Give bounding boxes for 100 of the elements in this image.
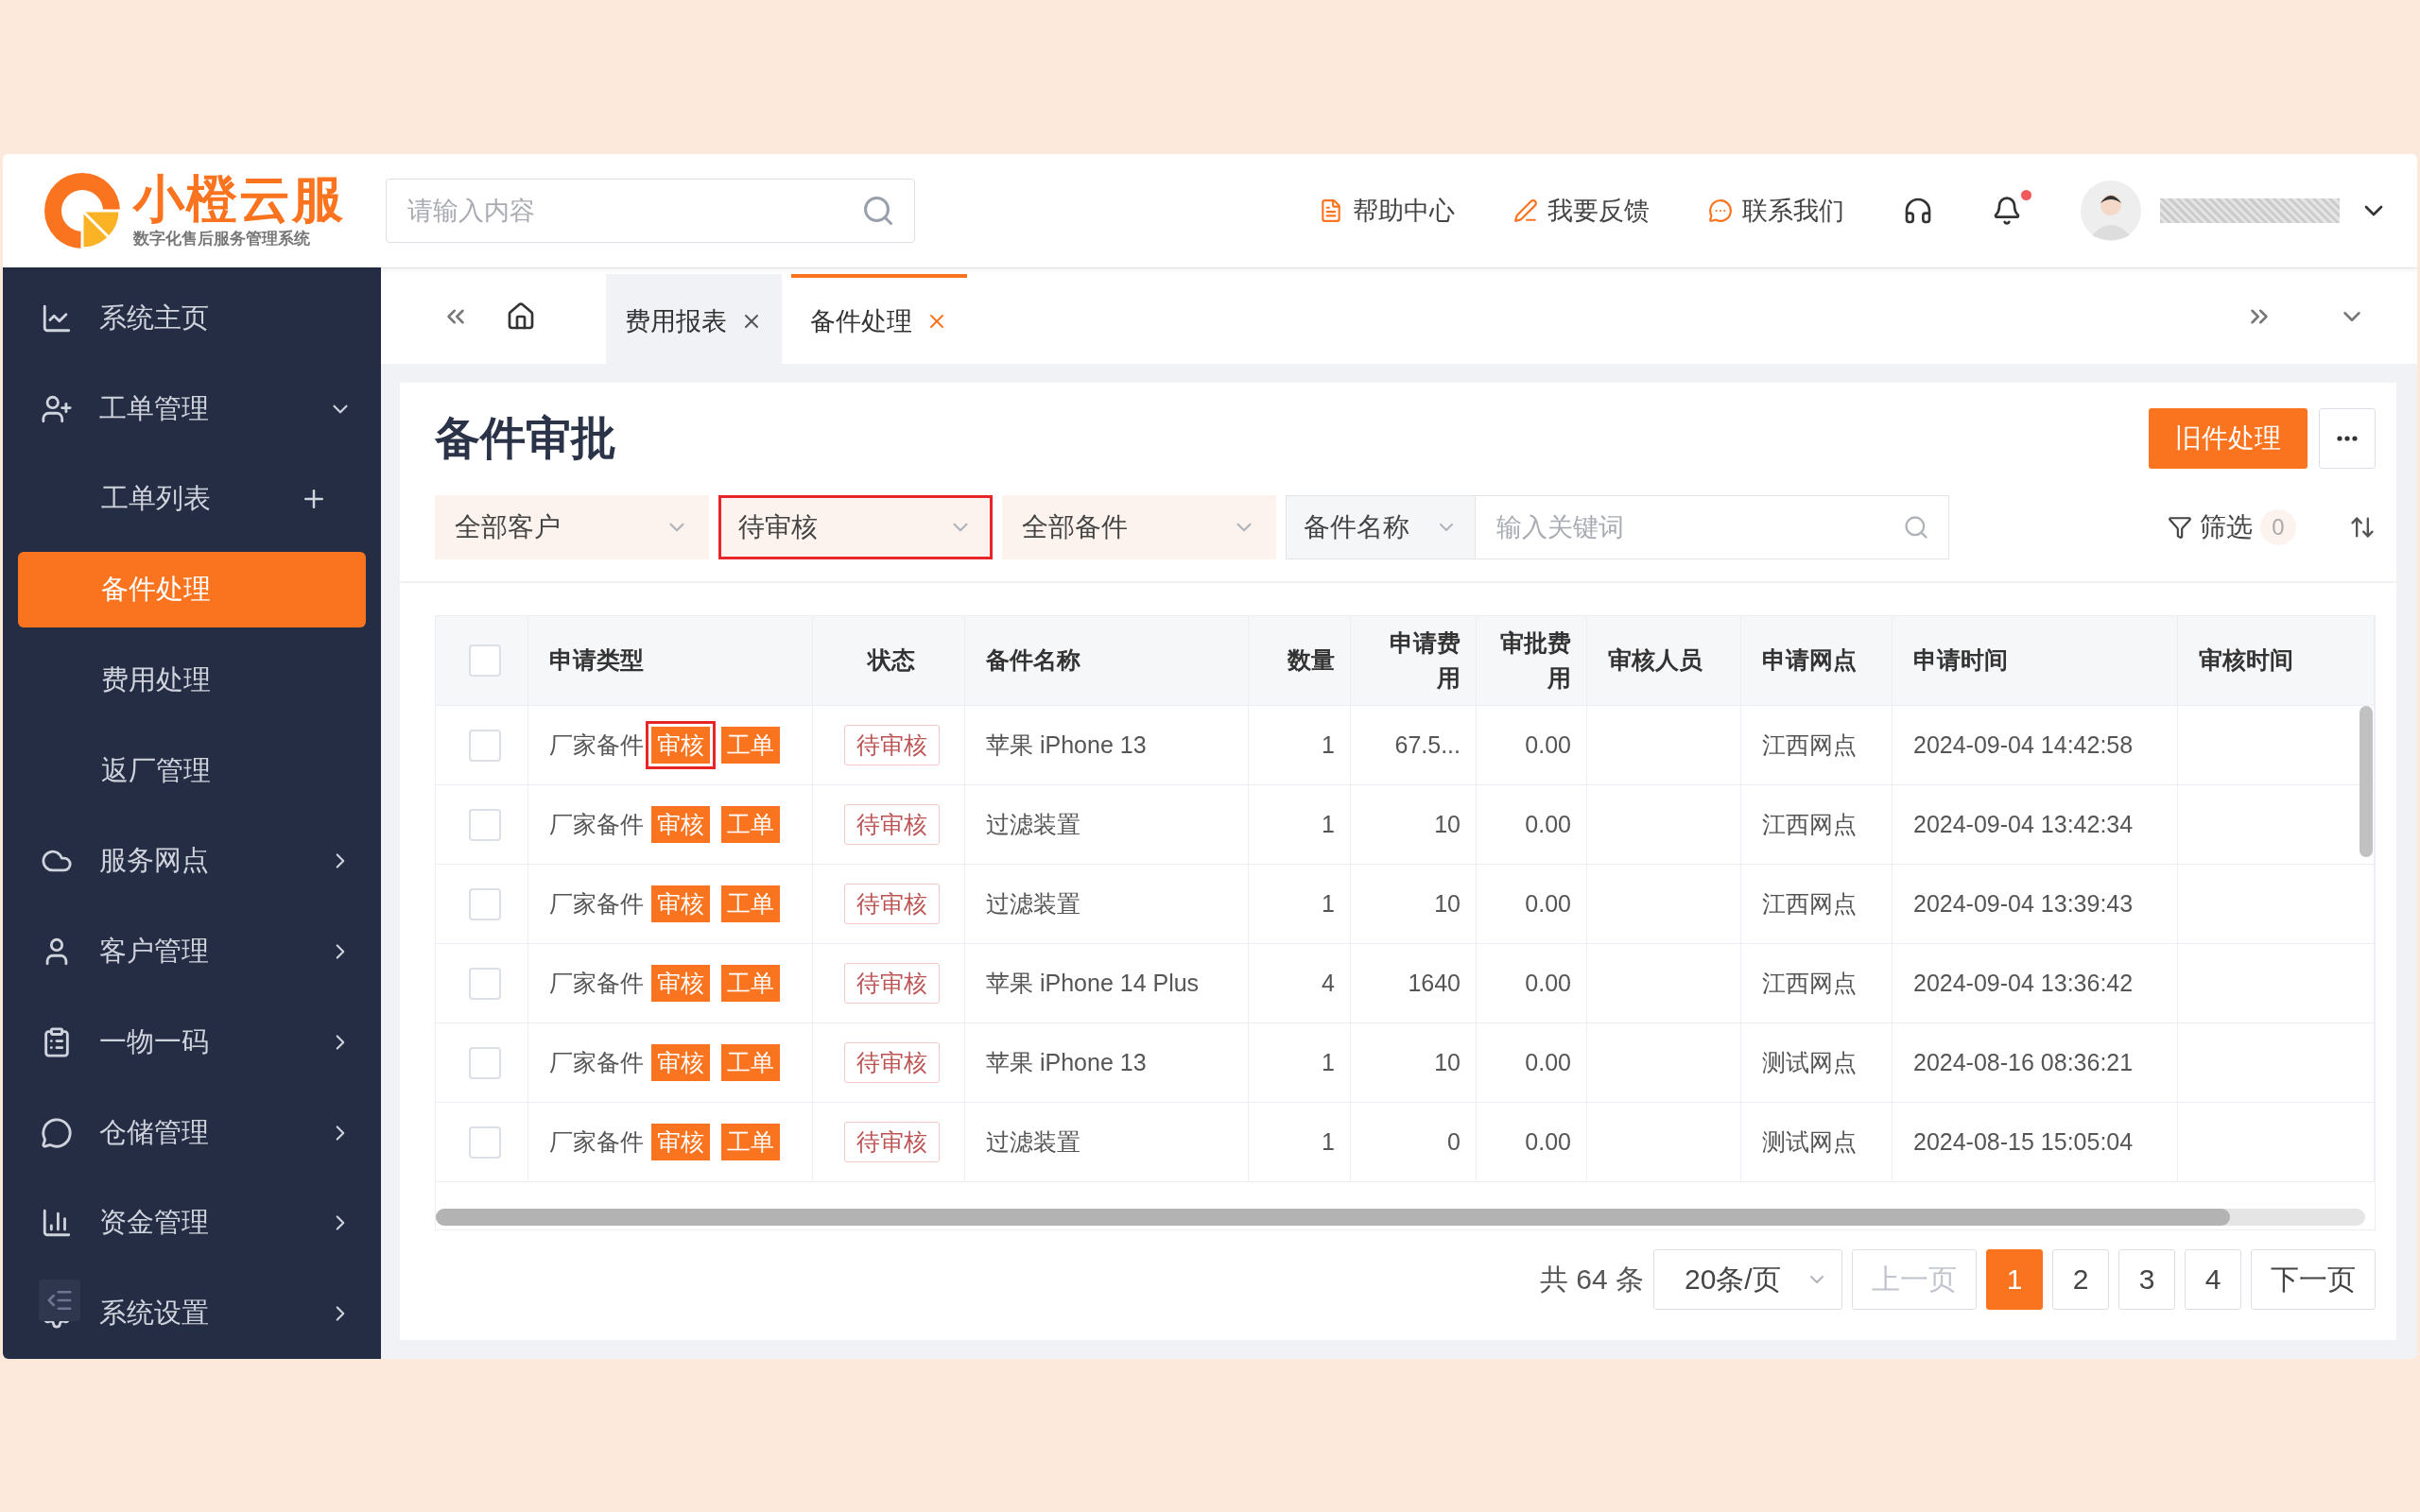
filter-icon <box>2168 515 2192 540</box>
table-cell-text: 过滤装置 <box>986 1127 1080 1157</box>
table-cell-text: 苹果 iPhone 13 <box>986 1048 1147 1077</box>
table-cell-text: 江西网点 <box>1762 730 1857 760</box>
table-cell: 10 <box>1434 811 1461 838</box>
checkbox[interactable] <box>468 644 501 677</box>
table-cell-text: 厂家备件 <box>549 730 644 760</box>
search-icon[interactable] <box>1903 514 1929 541</box>
keyword-input[interactable]: 输入关键词 <box>1495 511 1903 543</box>
table-cell: 2024-08-15 15:05:04 <box>1913 1128 2134 1156</box>
checkbox[interactable] <box>468 967 501 1000</box>
sidebar-item[interactable]: 服务网点 <box>3 816 381 907</box>
checkbox[interactable] <box>468 887 501 920</box>
table-cell: 2024-09-04 13:42:34 <box>1913 811 2134 838</box>
table-cell: 1 <box>1322 811 1335 838</box>
logo-subtitle: 数字化售后服务管理系统 <box>133 228 311 249</box>
filter-dropdown[interactable]: 待审核 <box>718 495 993 559</box>
total-count: 共 64 条 <box>1539 1262 1644 1297</box>
table-cell: 0.00 <box>1525 1049 1571 1076</box>
sidebar-subitem[interactable]: 工单列表 <box>18 461 366 538</box>
filter-dropdown[interactable]: 全部客户 <box>435 495 709 559</box>
page-title: 备件审批 <box>435 412 616 465</box>
chat-icon <box>1708 198 1733 223</box>
logo-title: 小橙云服 <box>133 172 345 224</box>
status-tag: 待审核 <box>843 963 940 1004</box>
page-button[interactable]: 2 <box>2052 1249 2109 1310</box>
column-header: 审核时间 <box>2178 616 2375 705</box>
search-input[interactable]: 请输入内容 <box>406 195 861 227</box>
page-button[interactable]: 3 <box>2118 1249 2175 1310</box>
search-field[interactable]: 备件名称 输入关键词 <box>1286 495 1949 559</box>
table-cell: 0.00 <box>1525 890 1571 918</box>
table-cell: 0.00 <box>1525 1128 1571 1156</box>
document-icon <box>1319 198 1343 223</box>
column-header: 备件名称 <box>965 616 1249 705</box>
table-cell-text: 江西网点 <box>1762 969 1857 998</box>
filter-dropdown[interactable]: 全部备件 <box>1002 495 1276 559</box>
search-field-select[interactable]: 备件名称 <box>1287 496 1476 558</box>
table-cell: 0.00 <box>1525 731 1571 759</box>
table-cell-text: 厂家备件 <box>549 969 644 998</box>
sidebar-item[interactable]: 一物一码 <box>3 997 381 1088</box>
sidebar-item[interactable]: 仓储管理 <box>3 1087 381 1178</box>
table-cell-text: 苹果 iPhone 14 Plus <box>986 969 1200 998</box>
search-icon[interactable] <box>861 194 895 228</box>
header-link[interactable]: 我要反馈 <box>1513 194 1650 228</box>
checkbox[interactable] <box>468 808 501 841</box>
headset-icon[interactable] <box>1903 196 1933 226</box>
checkbox[interactable] <box>468 1046 501 1079</box>
column-header: 数量 <box>1249 616 1351 705</box>
filter-button[interactable]: 筛选 0 <box>2162 508 2302 546</box>
checkbox[interactable] <box>468 1125 501 1159</box>
column-header: 审批费用 <box>1477 616 1587 705</box>
table-cell-text: 过滤装置 <box>986 889 1080 919</box>
table-cell: 0.00 <box>1525 970 1571 997</box>
column-header: 申请费用 <box>1351 616 1477 705</box>
column-header: 状态 <box>813 616 965 705</box>
table-cell: 1 <box>1322 1049 1335 1076</box>
column-header: 审核人员 <box>1587 616 1741 705</box>
table-cell: 10 <box>1434 1049 1461 1076</box>
page-button[interactable]: 4 <box>2185 1249 2241 1310</box>
table-cell: 2024-08-16 08:36:21 <box>1913 1049 2134 1076</box>
table-cell: 10 <box>1434 890 1461 918</box>
table-cell-text: 江西网点 <box>1762 889 1857 919</box>
status-tag: 待审核 <box>843 804 940 845</box>
sidebar-item[interactable]: 系统主页 <box>3 273 381 364</box>
pen-icon <box>1513 198 1538 223</box>
status-tag: 待审核 <box>843 884 940 924</box>
table-cell-text: 过滤装置 <box>986 810 1080 839</box>
table-cell: 1 <box>1322 1128 1335 1156</box>
more-button[interactable] <box>2319 408 2376 469</box>
scrollbar[interactable] <box>2360 706 2373 857</box>
table-cell: 67.5... <box>1394 731 1461 759</box>
status-tag: 待审核 <box>843 1042 940 1083</box>
sidebar-subitem[interactable]: 费用处理 <box>18 643 366 718</box>
table-cell-text: 测试网点 <box>1762 1127 1857 1157</box>
table-cell-text: 苹果 iPhone 13 <box>986 730 1147 760</box>
column-header: 申请时间 <box>1893 616 2178 705</box>
next-page-button[interactable]: 下一页 <box>2251 1249 2376 1310</box>
avatar[interactable] <box>2081 180 2141 241</box>
header-link[interactable]: 帮助中心 <box>1319 194 1455 228</box>
sidebar-item[interactable]: 工单管理 <box>3 363 381 455</box>
table-cell: 1 <box>1322 731 1335 759</box>
home-icon[interactable] <box>506 301 536 332</box>
bell-icon[interactable] <box>1992 196 2022 226</box>
scrollbar[interactable] <box>436 1209 2231 1226</box>
header-link[interactable]: 联系我们 <box>1708 194 1844 228</box>
page-size-dropdown[interactable]: 20条/页 <box>1653 1249 1842 1310</box>
sidebar-item[interactable]: 资金管理 <box>3 1177 381 1269</box>
chat-icon <box>41 1116 73 1149</box>
table-cell: 4 <box>1322 970 1335 997</box>
tab[interactable]: 费用报表 <box>606 274 782 364</box>
sidebar-subitem[interactable]: 返厂管理 <box>18 732 366 809</box>
table-cell-text: 厂家备件 <box>549 1127 644 1157</box>
table-cell: 0 <box>1447 1128 1461 1156</box>
table-cell-text: 厂家备件 <box>549 1048 644 1077</box>
column-header: 申请类型 <box>528 616 813 705</box>
checkbox[interactable] <box>468 729 501 762</box>
search-field[interactable]: 请输入内容 <box>386 179 915 243</box>
table-cell-text: 测试网点 <box>1762 1048 1857 1077</box>
sidebar-item[interactable]: 客户管理 <box>3 906 381 998</box>
table-cell: 2024-09-04 14:42:58 <box>1913 731 2134 759</box>
